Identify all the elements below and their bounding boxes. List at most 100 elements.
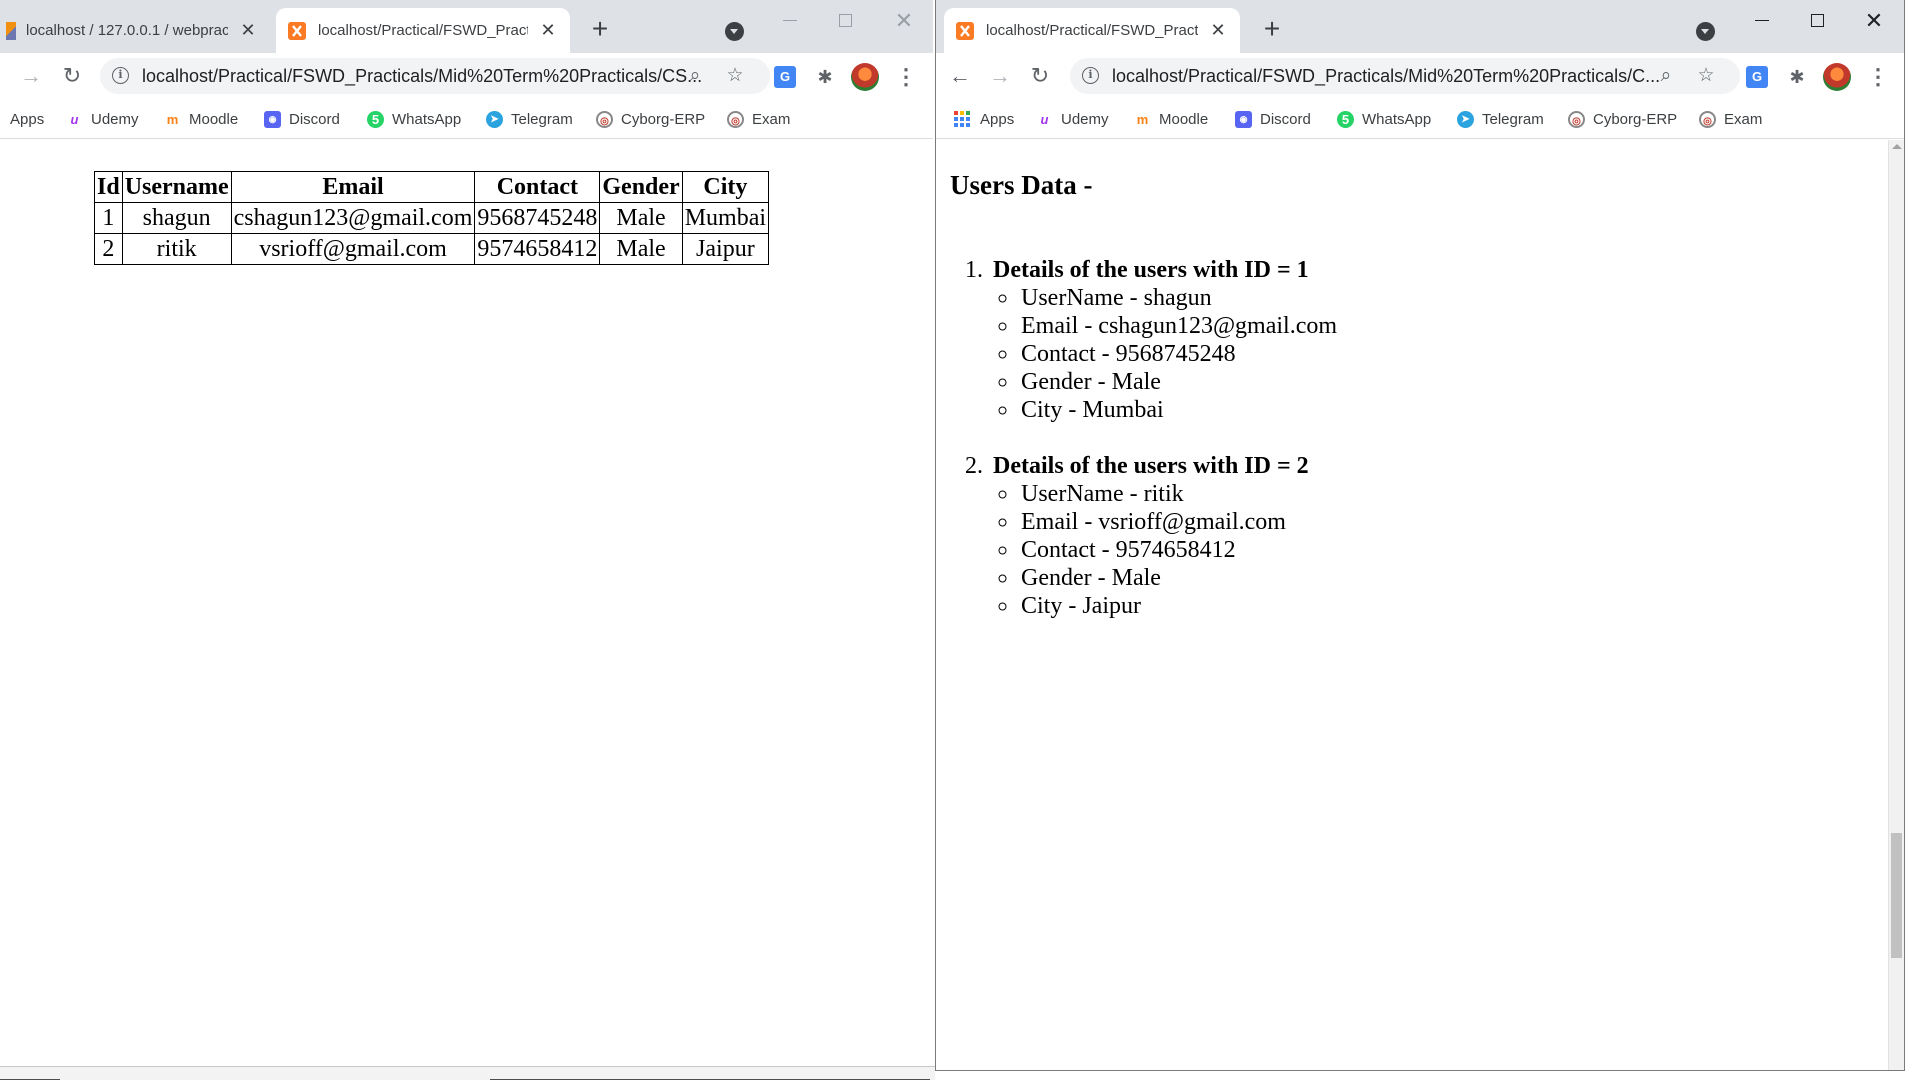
url-text: localhost/Practical/FSWD_Practicals/Mid%… xyxy=(1112,66,1661,86)
table-cell: 9568745248 xyxy=(474,202,601,234)
exam-icon: ◎ xyxy=(727,110,744,128)
bookmark-apps[interactable]: Apps xyxy=(954,108,1014,130)
bookmark-cyborg-erp[interactable]: ◎ Cyborg-ERP xyxy=(596,108,705,130)
tab-title: localhost/Practical/FSWD_Practic xyxy=(986,22,1198,39)
exam-icon: ◎ xyxy=(1699,110,1716,128)
list-item: Email - cshagun123@gmail.com xyxy=(1019,312,1689,340)
table-cell: Male xyxy=(599,202,683,234)
table-header-row: Id Username Email Contact Gender City xyxy=(94,171,770,203)
translate-icon[interactable]: G xyxy=(1746,66,1768,88)
table-cell: 1 xyxy=(94,202,123,234)
xampp-favicon-icon xyxy=(956,21,974,40)
users-list: Details of the users with ID = 1 UserNam… xyxy=(989,256,1689,648)
user-fields-list: UserName - ritik Email - vsrioff@gmail.c… xyxy=(1019,480,1689,620)
more-vertical-icon[interactable]: ⋮ xyxy=(1867,63,1889,91)
browser-window-left: localhost / 127.0.0.1 / webpractic ✕ loc… xyxy=(0,0,933,1066)
list-item: City - Mumbai xyxy=(1019,396,1689,424)
user-details-heading: Details of the users with ID = 2 xyxy=(993,453,1309,479)
close-window-icon[interactable]: ✕ xyxy=(884,6,924,36)
tab-strip: localhost/Practical/FSWD_Practic ✕ + ✕ xyxy=(936,0,1904,53)
list-item: Details of the users with ID = 2 UserNam… xyxy=(989,452,1689,620)
maximize-icon[interactable] xyxy=(1797,6,1837,36)
moodle-icon: m xyxy=(1136,111,1149,127)
udemy-icon: u xyxy=(70,111,79,127)
whatsapp-icon: 5 xyxy=(367,110,384,128)
bookmark-whatsapp[interactable]: 5 WhatsApp xyxy=(1337,108,1431,130)
bookmark-discord[interactable]: ◉ Discord xyxy=(264,108,340,130)
list-item: Contact - 9574658412 xyxy=(1019,536,1689,564)
url-text: localhost/Practical/FSWD_Practicals/Mid%… xyxy=(142,66,702,86)
arrow-left-icon[interactable]: ← xyxy=(945,61,975,91)
vertical-scrollbar[interactable] xyxy=(1888,140,1904,1070)
table-row: 1 shagun cshagun123@gmail.com 9568745248… xyxy=(94,202,770,234)
close-window-icon[interactable]: ✕ xyxy=(1854,6,1894,36)
minimize-icon[interactable] xyxy=(770,6,810,36)
list-item: Email - vsrioff@gmail.com xyxy=(1019,508,1689,536)
puzzle-icon[interactable]: ✱ xyxy=(814,66,836,88)
star-icon[interactable]: ☆ xyxy=(1694,64,1718,88)
star-icon[interactable]: ☆ xyxy=(723,64,747,88)
arrow-right-icon[interactable]: → xyxy=(985,61,1015,91)
new-tab-plus-icon[interactable]: + xyxy=(586,15,614,44)
table-row: 2 ritik vsrioff@gmail.com 9574658412 Mal… xyxy=(94,233,770,265)
reload-icon[interactable]: ↻ xyxy=(1025,61,1055,91)
toolbar: → ↻ i localhost/Practical/FSWD_Practical… xyxy=(0,53,933,99)
bookmark-moodle[interactable]: m Moodle xyxy=(164,108,238,130)
bookmark-udemy[interactable]: u Udemy xyxy=(1036,108,1109,130)
cyborg-erp-icon: ◎ xyxy=(596,110,613,128)
column-header: Id xyxy=(94,171,123,203)
tab-search-icon[interactable] xyxy=(1696,22,1715,41)
apps-grid-icon xyxy=(954,111,970,127)
bookmark-whatsapp[interactable]: 5 WhatsApp xyxy=(367,108,461,130)
moodle-icon: m xyxy=(166,111,179,127)
page-title: Users Data - xyxy=(950,170,1093,200)
list-item: Details of the users with ID = 1 UserNam… xyxy=(989,256,1689,424)
close-icon[interactable]: ✕ xyxy=(238,20,258,41)
translate-icon[interactable]: G xyxy=(774,66,796,88)
tab-fswd-practical[interactable]: localhost/Practical/FSWD_Practic ✕ xyxy=(276,8,570,53)
bookmark-apps[interactable]: Apps xyxy=(10,108,44,130)
address-bar[interactable]: i localhost/Practical/FSWD_Practicals/Mi… xyxy=(100,58,770,94)
bookmarks-bar: Apps u Udemy m Moodle ◉ Discord 5 WhatsApp ➤… xyxy=(936,99,1904,139)
tab-phpmyadmin[interactable]: localhost / 127.0.0.1 / webpractic ✕ xyxy=(0,8,270,53)
puzzle-icon[interactable]: ✱ xyxy=(1786,66,1808,88)
column-header: City xyxy=(681,171,770,203)
zoom-icon[interactable]: ⌕ xyxy=(1654,64,1678,88)
table-cell: Jaipur xyxy=(681,233,770,265)
discord-icon: ◉ xyxy=(264,110,281,128)
info-icon[interactable]: i xyxy=(1082,67,1099,84)
zoom-icon[interactable]: ⌕ xyxy=(683,64,707,88)
bookmark-discord[interactable]: ◉ Discord xyxy=(1235,108,1311,130)
avatar[interactable] xyxy=(1823,63,1851,91)
info-icon[interactable]: i xyxy=(112,67,129,84)
new-tab-plus-icon[interactable]: + xyxy=(1258,15,1286,44)
table-cell: Male xyxy=(599,233,683,265)
bookmark-telegram[interactable]: ➤ Telegram xyxy=(486,108,573,130)
udemy-icon: u xyxy=(1040,111,1049,127)
scroll-up-arrow-icon[interactable] xyxy=(1892,144,1902,149)
arrow-right-icon[interactable]: → xyxy=(16,61,46,91)
bookmark-exam[interactable]: ◎ Exam xyxy=(1699,108,1762,130)
close-icon[interactable]: ✕ xyxy=(538,20,558,41)
bookmark-cyborg-erp[interactable]: ◎ Cyborg-ERP xyxy=(1568,108,1677,130)
tab-search-icon[interactable] xyxy=(725,22,744,41)
list-item: Contact - 9568745248 xyxy=(1019,340,1689,368)
reload-icon[interactable]: ↻ xyxy=(57,61,87,91)
bookmark-exam[interactable]: ◎ Exam xyxy=(727,108,790,130)
list-item: Gender - Male xyxy=(1019,564,1689,592)
table-cell: cshagun123@gmail.com xyxy=(230,202,476,234)
bookmark-telegram[interactable]: ➤ Telegram xyxy=(1457,108,1544,130)
more-vertical-icon[interactable]: ⋮ xyxy=(895,63,917,91)
tab-fswd-practical[interactable]: localhost/Practical/FSWD_Practic ✕ xyxy=(944,8,1240,53)
maximize-icon[interactable] xyxy=(825,6,865,36)
bookmark-udemy[interactable]: u Udemy xyxy=(66,108,139,130)
bookmark-moodle[interactable]: m Moodle xyxy=(1134,108,1208,130)
address-bar[interactable]: i localhost/Practical/FSWD_Practicals/Mi… xyxy=(1070,58,1740,94)
taskbar-strip xyxy=(0,1066,935,1080)
avatar[interactable] xyxy=(851,63,879,91)
close-icon[interactable]: ✕ xyxy=(1208,20,1228,41)
minimize-icon[interactable] xyxy=(1742,6,1782,36)
tab-strip: localhost / 127.0.0.1 / webpractic ✕ loc… xyxy=(0,0,933,53)
table-cell: shagun xyxy=(121,202,232,234)
scrollbar-thumb[interactable] xyxy=(1891,833,1902,958)
